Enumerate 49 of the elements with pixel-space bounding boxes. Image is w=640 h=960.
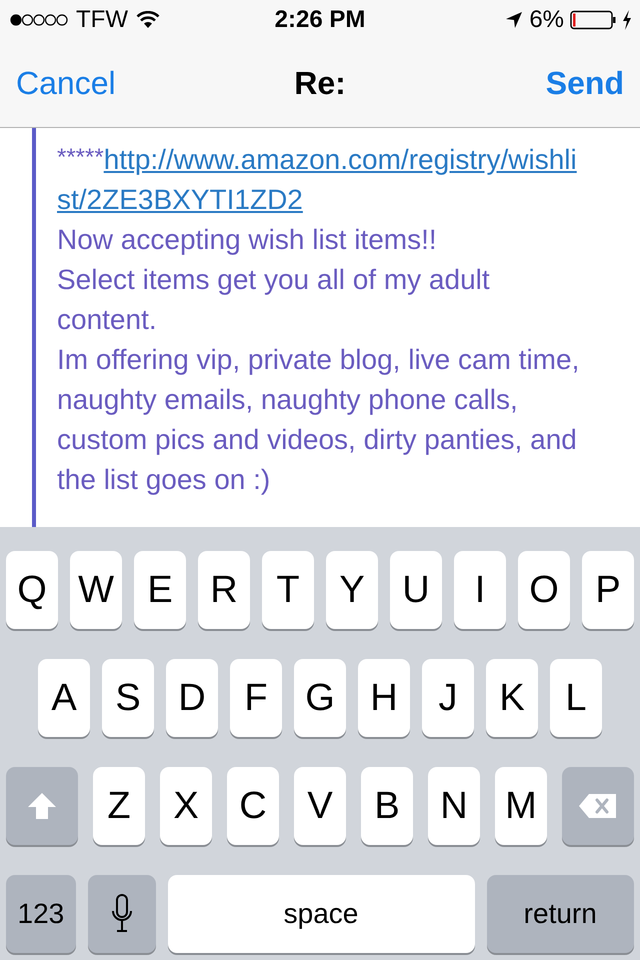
delete-key[interactable] — [562, 767, 634, 845]
letter-key[interactable]: H — [358, 659, 410, 737]
letter-key[interactable]: Z — [93, 767, 145, 845]
letter-key[interactable]: R — [198, 551, 250, 629]
letter-key[interactable]: E — [134, 551, 186, 629]
battery-icon — [570, 10, 616, 30]
letter-key[interactable]: N — [428, 767, 480, 845]
carrier-name: TFW — [76, 6, 128, 34]
shift-arrow-icon — [27, 792, 57, 820]
message-title: Re: — [294, 65, 346, 102]
backspace-icon — [578, 793, 618, 819]
letter-key[interactable]: G — [294, 659, 346, 737]
message-paragraph: Im offering vip, private blog, live cam time, naughty emails, naughty phone calls, custom pics and videos, dirty panties, and the list goes on :) — [57, 343, 580, 497]
letter-key[interactable]: Q — [6, 551, 58, 629]
letter-key[interactable]: K — [486, 659, 538, 737]
letter-key[interactable]: X — [160, 767, 212, 845]
wifi-icon — [136, 11, 160, 29]
letter-key[interactable]: Y — [326, 551, 378, 629]
letter-key[interactable]: M — [495, 767, 547, 845]
battery-percentage: 6% — [529, 6, 564, 34]
letter-key[interactable]: L — [550, 659, 602, 737]
message-paragraph: Now accepting wish list items!! — [57, 223, 438, 257]
cancel-button[interactable]: Cancel — [16, 65, 116, 102]
letter-key[interactable]: V — [294, 767, 346, 845]
letter-key[interactable]: O — [518, 551, 570, 629]
letter-key[interactable]: C — [227, 767, 279, 845]
numbers-key[interactable]: 123 — [6, 875, 76, 953]
letter-key[interactable]: F — [230, 659, 282, 737]
letter-key[interactable]: U — [390, 551, 442, 629]
shift-key[interactable] — [6, 767, 78, 845]
space-key[interactable]: space — [168, 875, 474, 953]
letter-key[interactable]: I — [454, 551, 506, 629]
letter-key[interactable]: W — [70, 551, 122, 629]
return-key[interactable]: return — [486, 875, 634, 953]
send-button[interactable]: Send — [546, 65, 624, 102]
clock-time: 2:26 PM — [274, 6, 366, 34]
letter-key[interactable]: A — [38, 659, 90, 737]
letter-key[interactable]: J — [422, 659, 474, 737]
signal-icon — [10, 13, 68, 27]
dictation-key[interactable] — [88, 875, 156, 953]
letter-key[interactable]: S — [102, 659, 154, 737]
letter-key[interactable]: D — [166, 659, 218, 737]
letter-key[interactable]: B — [361, 767, 413, 845]
location-arrow-icon — [505, 11, 524, 29]
charging-bolt-icon — [622, 10, 632, 30]
letter-key[interactable]: T — [262, 551, 314, 629]
letter-key[interactable]: P — [582, 551, 634, 629]
microphone-icon — [110, 894, 133, 934]
message-paragraph: Select items get you all of my adult content. — [57, 263, 491, 337]
